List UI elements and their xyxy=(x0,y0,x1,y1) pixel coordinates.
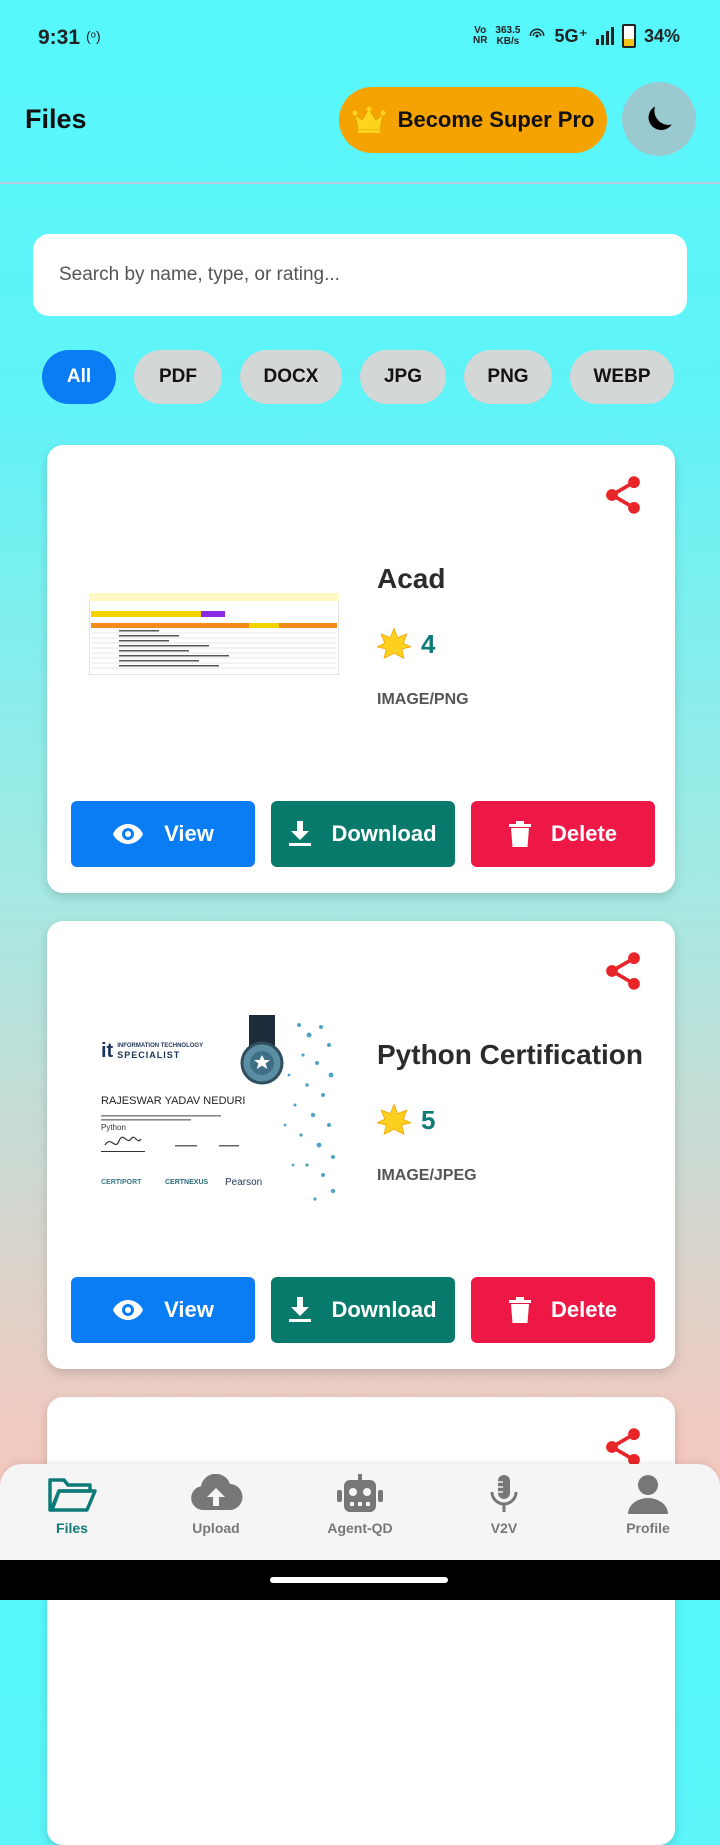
search-input[interactable] xyxy=(57,263,663,287)
status-indicators: Vo NR 363.5 KB/s 5G⁺ 34% xyxy=(473,24,680,48)
view-label: View xyxy=(164,1297,214,1322)
nav-label-upload: Upload xyxy=(192,1520,240,1536)
filter-chip-docx[interactable]: DOCX xyxy=(240,350,342,404)
file-name: Python Certification xyxy=(377,1039,644,1070)
download-button[interactable]: Download xyxy=(271,1277,455,1343)
status-time: 9:31 xyxy=(38,26,81,49)
robot-icon xyxy=(337,1474,383,1512)
share-icon[interactable] xyxy=(601,473,645,517)
star-icon xyxy=(377,627,411,659)
download-label: Download xyxy=(331,1297,437,1322)
file-card: it INFORMATION TECHNOLOGY SPECIALIST RAJ… xyxy=(47,921,675,1369)
filter-chip-pdf[interactable]: PDF xyxy=(134,350,222,404)
filter-chip-all[interactable]: All xyxy=(42,350,116,404)
dark-mode-toggle[interactable] xyxy=(622,82,696,156)
download-icon xyxy=(289,1297,312,1322)
speed-unit: KB/s xyxy=(496,36,520,47)
folder-open-icon xyxy=(48,1478,97,1512)
nav-item-profile[interactable]: Profile xyxy=(576,1464,720,1560)
microphone-icon xyxy=(490,1475,518,1512)
cert-org-line2: SPECIALIST xyxy=(117,1049,181,1060)
cert-brand-certiport: CERTIPORT xyxy=(101,1179,142,1186)
filter-chips: All PDF DOCX JPG PNG WEBP xyxy=(42,350,674,404)
signal-icon xyxy=(595,27,614,45)
download-button[interactable]: Download xyxy=(271,801,455,867)
nav-label-files: Files xyxy=(56,1520,88,1536)
view-button[interactable]: View xyxy=(71,801,255,867)
nav-label-profile: Profile xyxy=(626,1520,670,1536)
eye-icon xyxy=(113,824,144,844)
wifi-calling-icon xyxy=(529,28,545,38)
nav-item-files[interactable]: Files xyxy=(0,1464,144,1560)
certificate-thumbnail[interactable]: it INFORMATION TECHNOLOGY SPECIALIST RAJ… xyxy=(89,1015,339,1207)
file-rating: 5 xyxy=(377,1103,435,1137)
system-gesture-bar xyxy=(0,1560,720,1600)
nav-item-upload[interactable]: Upload xyxy=(144,1464,288,1560)
delete-button[interactable]: Delete xyxy=(471,1277,655,1343)
become-super-pro-button[interactable]: Become Super Pro xyxy=(339,87,607,153)
rating-value: 5 xyxy=(421,1104,436,1135)
file-rating: 4 xyxy=(377,627,435,661)
nav-label-agent-qd: Agent-QD xyxy=(327,1520,393,1536)
download-icon xyxy=(289,821,312,846)
filter-chip-jpg[interactable]: JPG xyxy=(360,350,446,404)
filter-chip-png[interactable]: PNG xyxy=(464,350,552,404)
home-indicator[interactable] xyxy=(270,1577,448,1583)
delete-button[interactable]: Delete xyxy=(471,801,655,867)
share-icon[interactable] xyxy=(601,949,645,993)
delete-label: Delete xyxy=(550,821,618,846)
filter-chip-webp[interactable]: WEBP xyxy=(570,350,674,404)
download-label: Download xyxy=(331,821,437,846)
status-bar: 9:31 (ᵒ) Vo NR 363.5 KB/s 5G⁺ 34% xyxy=(0,0,720,78)
volte-bottom: NR xyxy=(472,35,488,46)
rating-value: 4 xyxy=(421,628,436,659)
network-speed: 363.5 KB/s xyxy=(495,25,520,47)
trash-icon xyxy=(508,821,531,847)
nav-item-agent-qd[interactable]: Agent-QD xyxy=(288,1464,432,1560)
cert-brand-pearson: Pearson xyxy=(225,1177,263,1188)
view-button[interactable]: View xyxy=(71,1277,255,1343)
view-label: View xyxy=(164,821,214,846)
eye-icon xyxy=(113,1300,144,1320)
nav-item-v2v[interactable]: V2V xyxy=(432,1464,576,1560)
crown-icon xyxy=(352,106,386,133)
file-name: Acad xyxy=(377,563,446,594)
battery-icon xyxy=(621,24,636,48)
network-type: 5G⁺ xyxy=(554,25,588,46)
volte-indicator: Vo NR xyxy=(473,26,487,46)
share-icon[interactable] xyxy=(601,1425,645,1469)
file-type: IMAGE/JPEG xyxy=(377,1167,477,1184)
hotspot-icon: (ᵒ) xyxy=(86,28,101,44)
delete-label: Delete xyxy=(550,1297,618,1322)
trash-icon xyxy=(508,1297,531,1323)
speed-value: 363.5 xyxy=(495,25,521,36)
bottom-nav: Files Upload Agent-QD V2V Profile xyxy=(0,1464,720,1560)
cert-brand-certnexus: CERTNEXUS xyxy=(165,1179,209,1186)
cert-org-line1: INFORMATION TECHNOLOGY xyxy=(117,1042,204,1049)
battery-percent: 34% xyxy=(643,25,680,46)
search-box xyxy=(33,234,687,316)
file-type: IMAGE/PNG xyxy=(377,691,469,708)
file-card: Acad 4 IMAGE/PNG View Download Delete xyxy=(47,445,675,893)
star-icon xyxy=(377,1103,411,1135)
super-pro-label: Become Super Pro xyxy=(397,107,595,132)
nav-label-v2v: V2V xyxy=(490,1520,518,1536)
user-icon xyxy=(628,1475,668,1514)
card-actions: View Download Delete xyxy=(71,801,655,867)
file-thumbnail[interactable] xyxy=(89,593,339,675)
app-header: Files Become Super Pro xyxy=(0,78,720,184)
cert-subject: Python xyxy=(101,1123,126,1132)
card-actions: View Download Delete xyxy=(71,1277,655,1343)
page-title: Files xyxy=(25,104,87,134)
cloud-upload-icon xyxy=(191,1474,243,1511)
certificate-org: it INFORMATION TECHNOLOGY SPECIALIST xyxy=(101,1040,204,1062)
cert-recipient: RAJESWAR YADAV NEDURI xyxy=(101,1095,246,1107)
moon-icon xyxy=(648,106,672,131)
